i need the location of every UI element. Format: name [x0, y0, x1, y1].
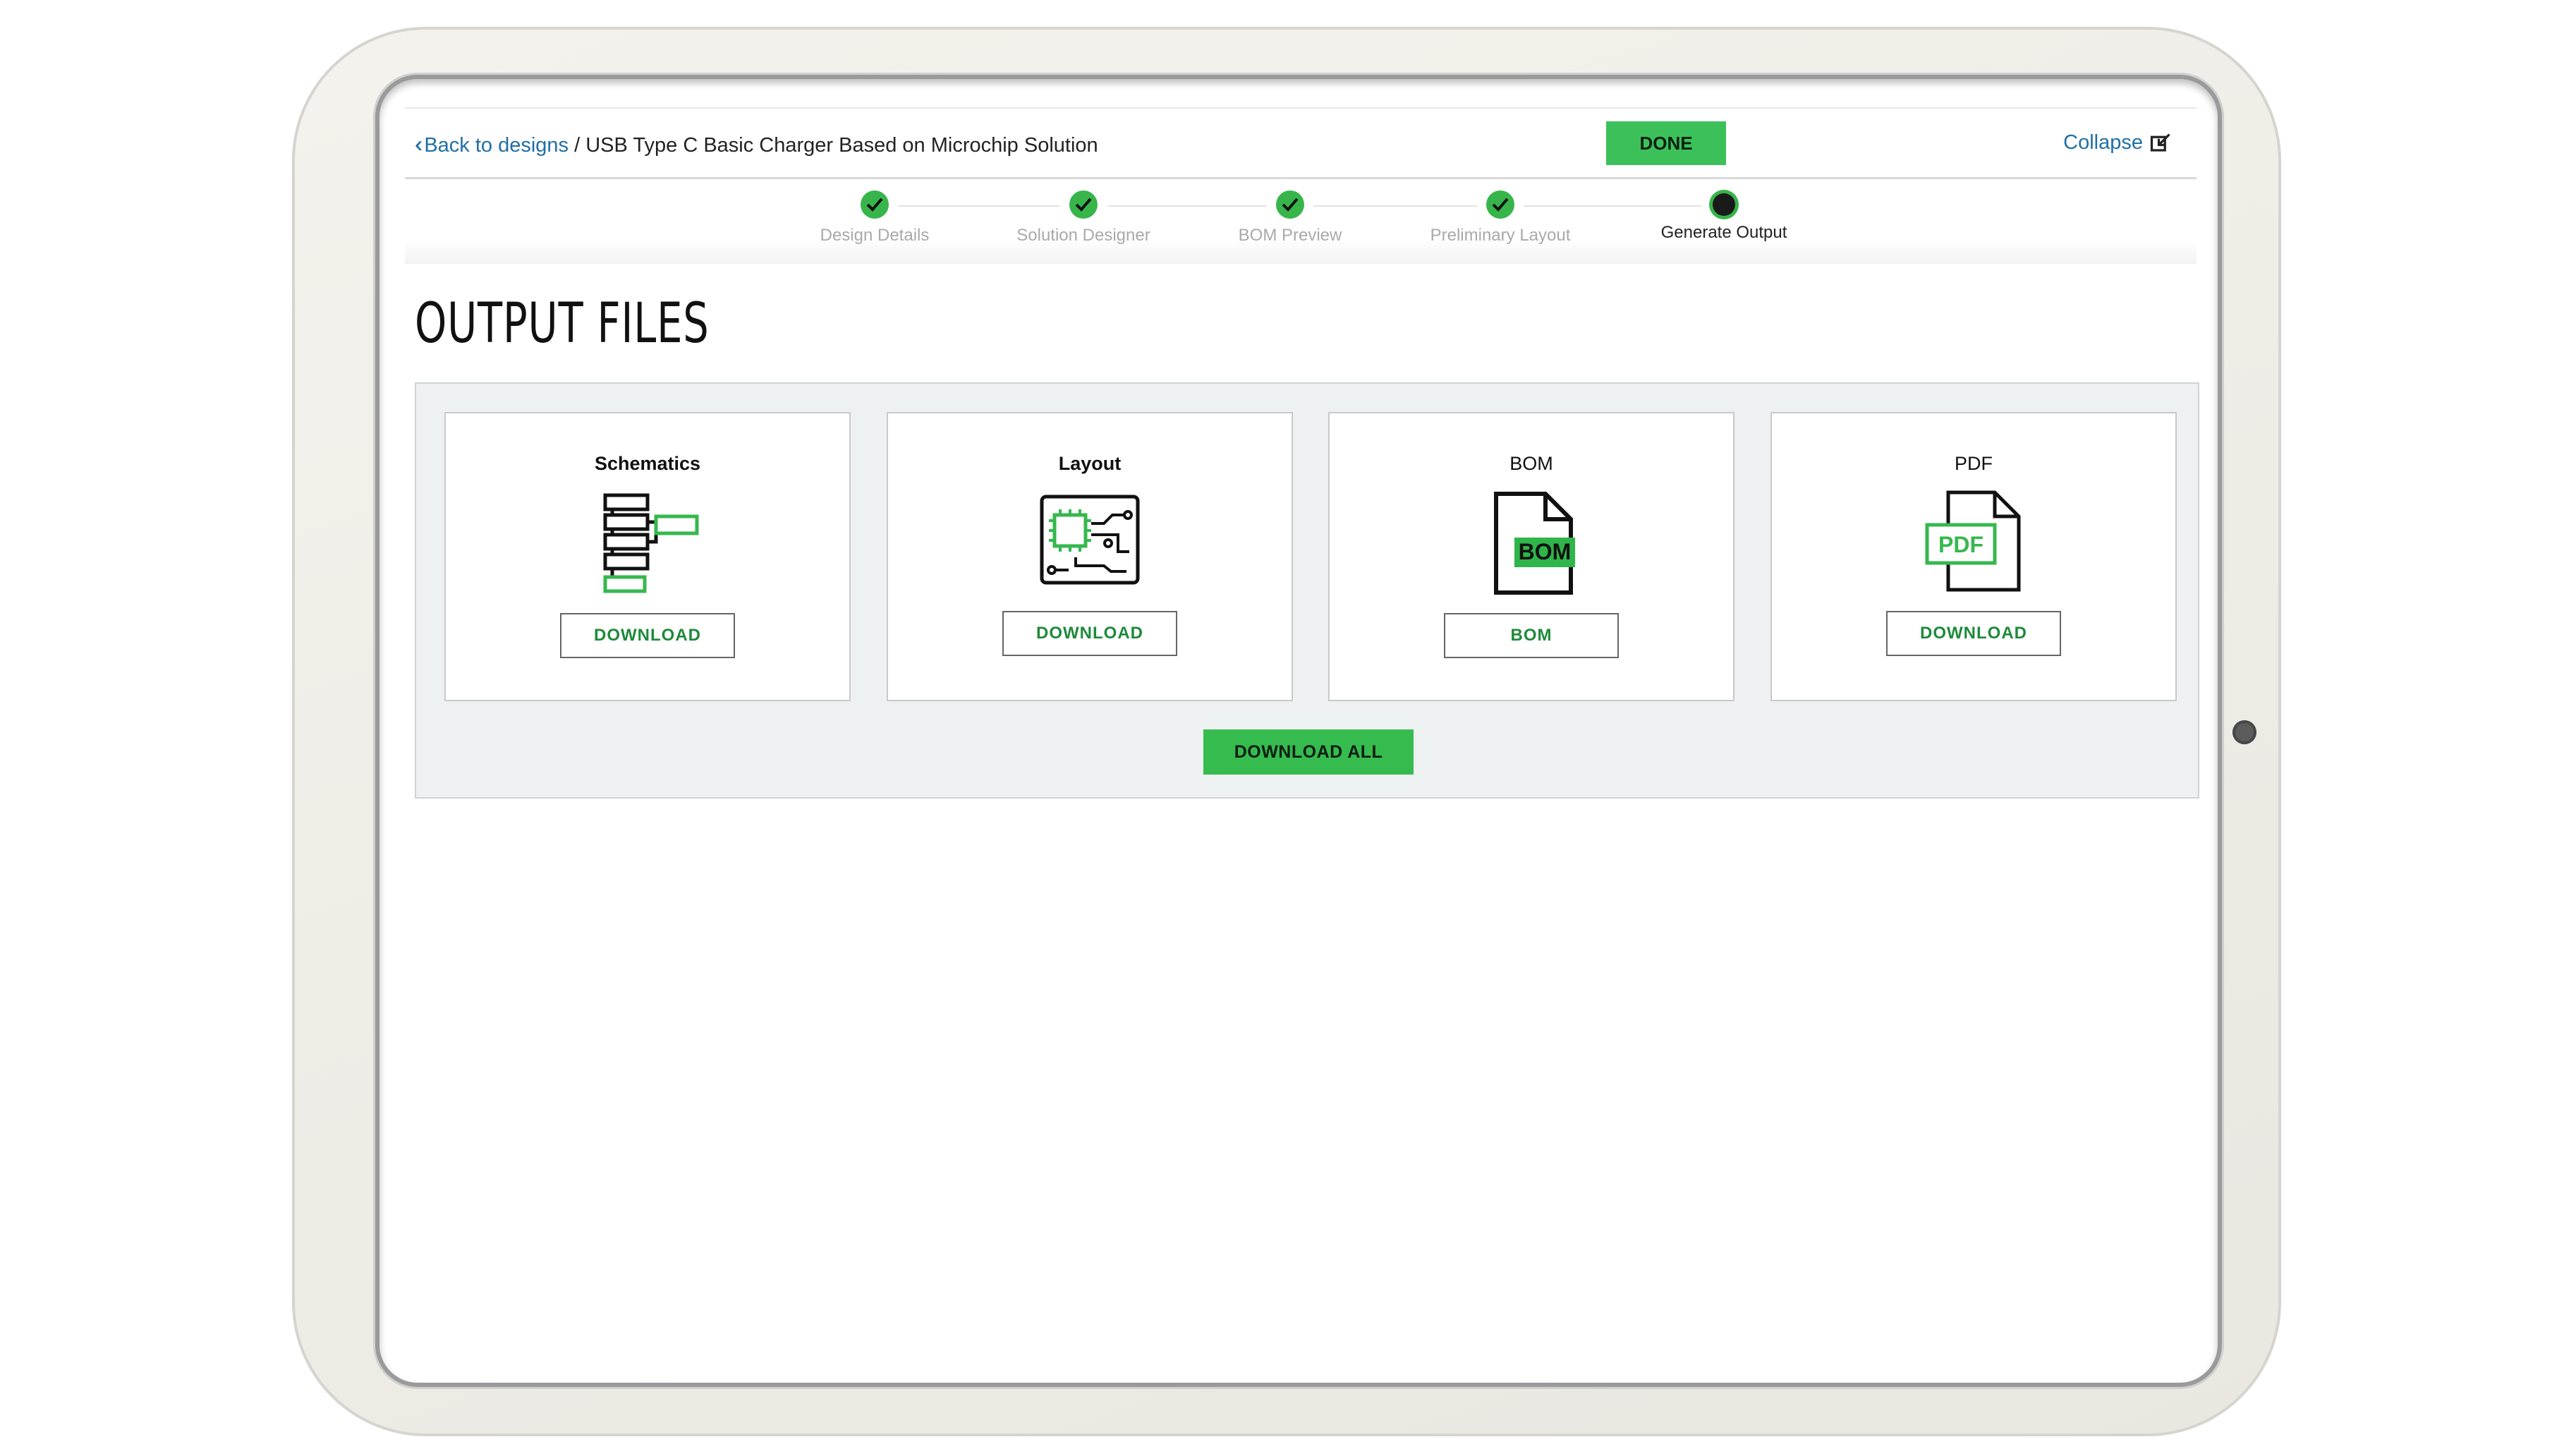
app-window: ‹‹ Back to designs / USB Type C Basic Cha…	[405, 107, 2199, 1363]
step-current-indicator	[1713, 193, 1735, 216]
done-button[interactable]: DONE	[1606, 121, 1726, 165]
collapse-button[interactable]: Collapse	[2063, 131, 2171, 154]
bom-file-icon: BOM	[1494, 492, 1575, 595]
tablet-screen: ‹‹ Back to designs / USB Type C Basic Cha…	[375, 75, 2222, 1387]
step-label: BOM Preview	[1238, 226, 1342, 245]
download-all-button[interactable]: DOWNLOAD ALL	[1203, 729, 1414, 775]
step-complete-indicator	[861, 190, 889, 219]
schematics-card: Schematics DOWNLOAD	[444, 412, 851, 701]
card-title: Schematics	[594, 453, 701, 474]
step-design-details[interactable]: Design Details	[790, 179, 959, 245]
breadcrumb: ‹‹ Back to designs / USB Type C Basic Cha…	[415, 131, 1098, 157]
pdf-icon-text: PDF	[1938, 532, 1983, 557]
pdf-file-icon: PDF	[1925, 490, 2021, 592]
checkmark-icon	[866, 198, 883, 212]
step-complete-indicator	[1486, 190, 1514, 219]
bom-card: BOM BOM BOM	[1328, 412, 1734, 701]
pdf-card: PDF PDF DOWNLOAD	[1770, 412, 2177, 701]
collapse-icon	[2150, 133, 2170, 152]
download-layout-button[interactable]: DOWNLOAD	[1002, 611, 1177, 656]
schematic-icon	[603, 493, 699, 593]
download-pdf-button[interactable]: DOWNLOAD	[1886, 611, 2061, 656]
progress-stepper: Design Details Solution Designer BOM Pre…	[405, 179, 2197, 264]
checkmark-icon	[1282, 198, 1299, 212]
back-link-label: Back to designs	[424, 134, 569, 157]
step-solution-designer[interactable]: Solution Designer	[999, 179, 1168, 245]
card-title: BOM	[1509, 453, 1553, 474]
page-title: OUTPUT FILES	[415, 292, 710, 356]
checkmark-icon	[1492, 198, 1509, 212]
step-label: Generate Output	[1660, 223, 1787, 242]
step-generate-output[interactable]: Generate Output	[1639, 179, 1809, 243]
pcb-layout-icon	[1040, 495, 1140, 585]
checkmark-icon	[1075, 198, 1092, 212]
step-complete-indicator	[1069, 190, 1098, 219]
output-files-panel: Schematics DOWNLOAD Layout DOWNLOAD BOM …	[415, 382, 2199, 799]
collapse-label: Collapse	[2063, 131, 2143, 154]
card-title: PDF	[1955, 453, 1993, 474]
step-label: Design Details	[820, 226, 930, 245]
layout-card: Layout DOWNLOAD	[887, 412, 1293, 701]
card-title: Layout	[1058, 453, 1122, 474]
breadcrumb-separator: /	[574, 134, 581, 157]
tablet-camera	[2232, 720, 2256, 744]
top-bar: ‹‹ Back to designs / USB Type C Basic Cha…	[405, 107, 2197, 179]
step-bom-preview[interactable]: BOM Preview	[1205, 179, 1375, 245]
step-complete-indicator	[1276, 190, 1304, 219]
back-to-designs-link[interactable]: ‹‹ Back to designs	[415, 131, 569, 157]
design-name: USB Type C Basic Charger Based on Microc…	[585, 134, 1098, 157]
bom-icon-text: BOM	[1519, 539, 1572, 564]
step-preliminary-layout[interactable]: Preliminary Layout	[1416, 179, 1585, 245]
download-schematics-button[interactable]: DOWNLOAD	[560, 613, 735, 658]
download-bom-button[interactable]: BOM	[1444, 613, 1619, 658]
step-label: Preliminary Layout	[1430, 226, 1571, 245]
step-label: Solution Designer	[1016, 226, 1150, 245]
